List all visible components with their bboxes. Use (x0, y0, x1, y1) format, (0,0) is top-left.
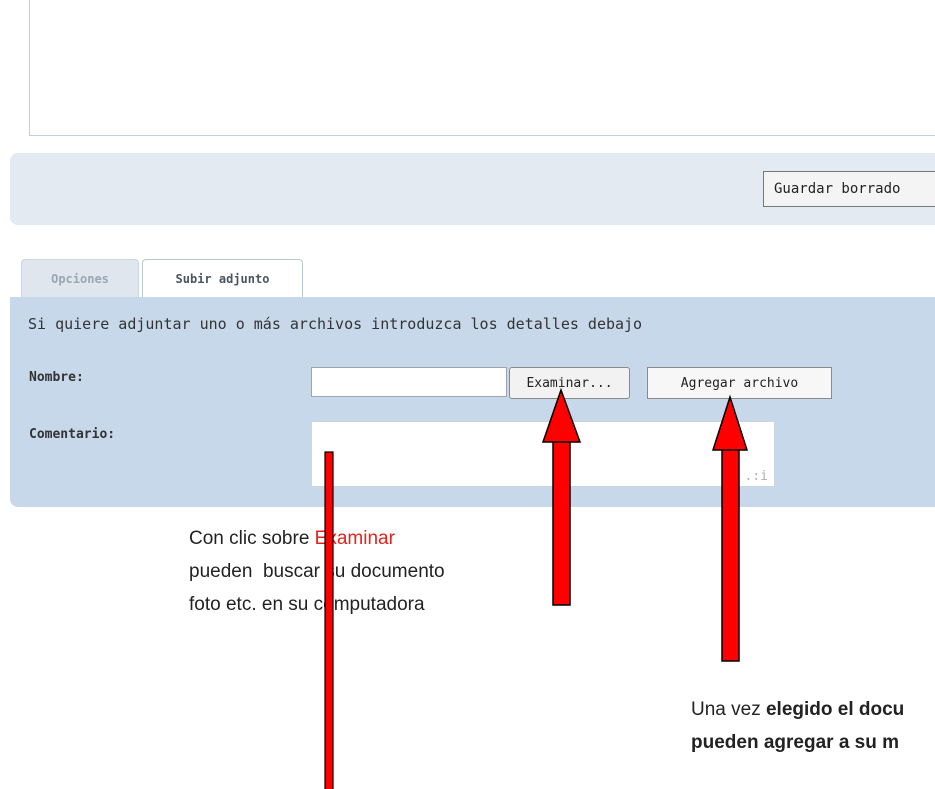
arrow-to-add-file-icon (711, 394, 749, 662)
line-to-comment-icon (324, 451, 334, 789)
annotation-arrows (324, 387, 749, 789)
arrow-to-browse-icon (541, 387, 582, 606)
